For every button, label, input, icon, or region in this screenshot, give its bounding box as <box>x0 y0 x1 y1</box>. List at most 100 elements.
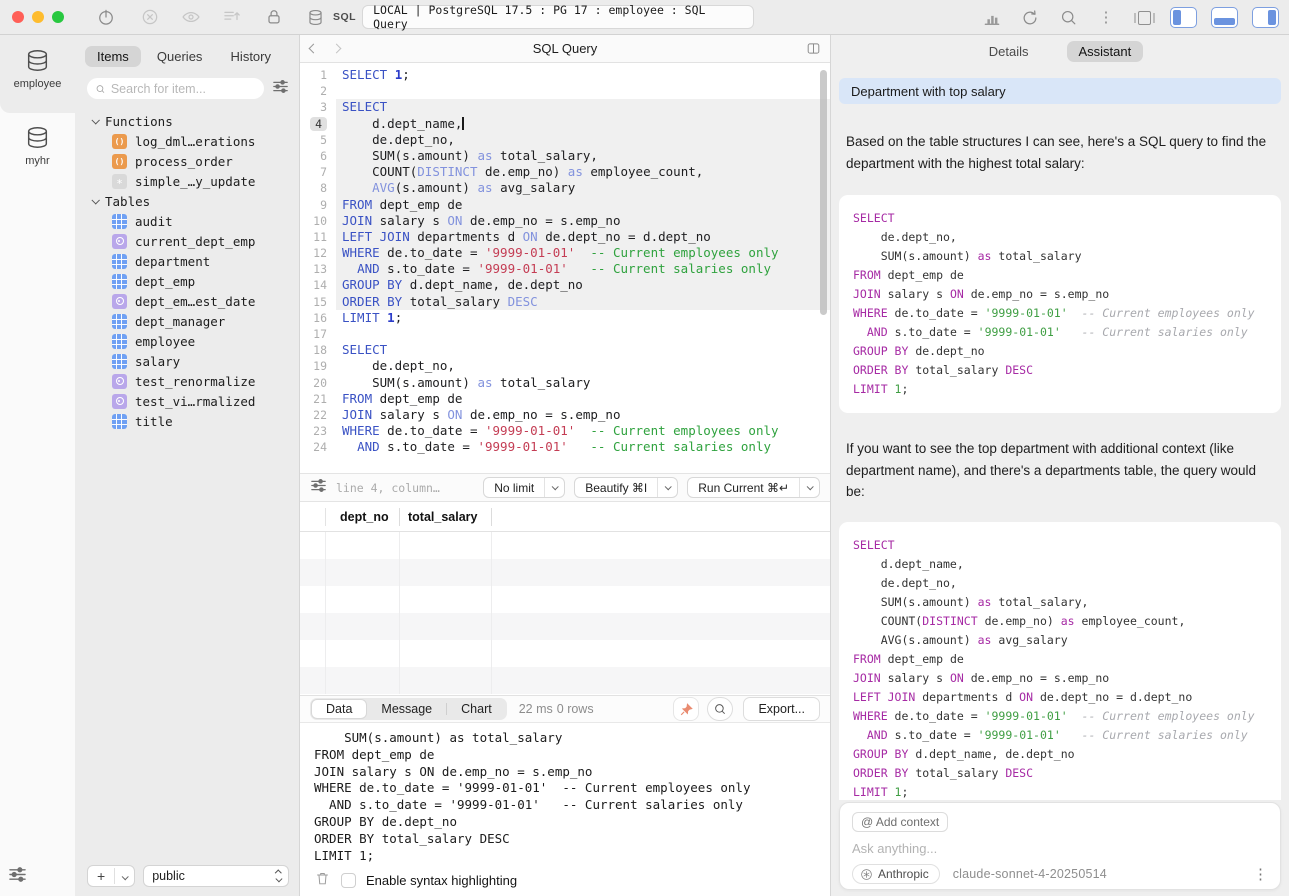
syntax-highlighting-checkbox[interactable] <box>341 873 356 888</box>
connection-item-myhr[interactable]: myhr <box>0 112 75 167</box>
column-header-dept-no[interactable]: dept_no <box>326 508 400 526</box>
editor-line-3[interactable]: 3SELECT <box>300 99 830 115</box>
tree-item-simple_y_update[interactable]: ∗simple_…y_update <box>75 171 299 191</box>
toggle-bottom-panel-button[interactable] <box>1211 7 1238 28</box>
editor-line-2[interactable]: 2 <box>300 83 830 99</box>
message-log[interactable]: SUM(s.amount) as total_salaryFROM dept_e… <box>300 723 830 865</box>
run-current-button[interactable]: Run Current ⌘↵ <box>687 477 820 498</box>
tree-item-salary[interactable]: salary <box>75 351 299 371</box>
table-row[interactable] <box>300 532 830 559</box>
tab-message[interactable]: Message <box>367 700 446 718</box>
tree-item-audit[interactable]: audit <box>75 211 299 231</box>
database-icon[interactable] <box>303 5 327 29</box>
column-header-total-salary[interactable]: total_salary <box>400 508 492 526</box>
editor-line-21[interactable]: 21FROM dept_emp de <box>300 391 830 407</box>
chart-toolbar-icon[interactable] <box>980 6 1004 30</box>
pin-button[interactable] <box>673 697 699 721</box>
editor-line-10[interactable]: 10JOIN salary s ON de.emp_no = s.emp_no <box>300 213 830 229</box>
toggle-left-panel-button[interactable] <box>1170 7 1197 28</box>
status-filter-icon[interactable] <box>310 478 327 498</box>
assistant-input-card[interactable]: @ Add context Anthropic claude-sonnet-4-… <box>839 802 1281 890</box>
more-options-icon[interactable]: ⋮ <box>1094 6 1118 30</box>
assistant-input[interactable] <box>852 841 1143 856</box>
trash-icon[interactable] <box>314 870 331 892</box>
editor-line-7[interactable]: 7 COUNT(DISTINCT de.emp_no) as employee_… <box>300 164 830 180</box>
tree-item-process_order[interactable]: ()process_order <box>75 151 299 171</box>
strip-filter-icon[interactable] <box>8 866 27 888</box>
tree-item-test_virmalized[interactable]: test_vi…rmalized <box>75 391 299 411</box>
assistant-conversation[interactable]: Department with top salary Based on the … <box>831 68 1289 800</box>
editor-line-5[interactable]: 5 de.dept_no, <box>300 132 830 148</box>
editor-line-11[interactable]: 11LEFT JOIN departments d ON de.dept_no … <box>300 229 830 245</box>
sidebar-search-field[interactable] <box>87 78 264 99</box>
tab-assistant[interactable]: Assistant <box>1067 41 1144 62</box>
connection-title-field[interactable]: LOCAL | PostgreSQL 17.5 : PG 17 : employ… <box>362 5 754 29</box>
editor-line-1[interactable]: 1SELECT 1; <box>300 67 830 83</box>
editor-line-20[interactable]: 20 SUM(s.amount) as total_salary <box>300 375 830 391</box>
tab-data[interactable]: Data <box>311 699 367 719</box>
tree-item-title[interactable]: title <box>75 411 299 431</box>
close-window-button[interactable] <box>12 11 24 23</box>
tree-item-dept_emest_date[interactable]: dept_em…est_date <box>75 291 299 311</box>
tree-item-department[interactable]: department <box>75 251 299 271</box>
table-row[interactable] <box>300 559 830 586</box>
zoom-window-button[interactable] <box>52 11 64 23</box>
results-grid[interactable]: dept_no total_salary <box>300 502 830 695</box>
table-row[interactable] <box>300 586 830 613</box>
tab-queries[interactable]: Queries <box>145 46 215 67</box>
tab-details[interactable]: Details <box>977 41 1041 62</box>
editor-scrollbar[interactable] <box>820 70 827 315</box>
editor-line-24[interactable]: 24 AND s.to_date = '9999-01-01' -- Curre… <box>300 439 830 455</box>
conversation-title-banner[interactable]: Department with top salary <box>839 78 1281 104</box>
tree-item-log_dmlerations[interactable]: ()log_dml…erations <box>75 131 299 151</box>
table-row[interactable] <box>300 667 830 694</box>
search-toolbar-icon[interactable] <box>1056 6 1080 30</box>
search-results-button[interactable] <box>707 697 733 721</box>
tab-history[interactable]: History <box>219 46 283 67</box>
schema-select[interactable]: public <box>143 865 289 887</box>
refresh-icon[interactable] <box>1018 6 1042 30</box>
editor-line-15[interactable]: 15ORDER BY total_salary DESC <box>300 294 830 310</box>
editor-line-17[interactable]: 17 <box>300 326 830 342</box>
editor-line-16[interactable]: 16LIMIT 1; <box>300 310 830 326</box>
table-row[interactable] <box>300 613 830 640</box>
editor-line-14[interactable]: 14GROUP BY d.dept_name, de.dept_no <box>300 277 830 293</box>
split-editor-icon[interactable] <box>805 40 822 62</box>
editor-line-18[interactable]: 18SELECT <box>300 342 830 358</box>
beautify-button[interactable]: Beautify ⌘I <box>574 477 678 498</box>
add-item-button[interactable]: + <box>87 865 135 887</box>
add-context-button[interactable]: @ Add context <box>852 812 948 832</box>
editor-line-19[interactable]: 19 de.dept_no, <box>300 358 830 374</box>
editor-tab-title[interactable]: SQL Query <box>300 41 830 56</box>
tree-section-tables[interactable]: Tables <box>75 191 299 211</box>
editor-line-23[interactable]: 23WHERE de.to_date = '9999-01-01' -- Cur… <box>300 423 830 439</box>
tree-section-functions[interactable]: Functions <box>75 111 299 131</box>
tab-items[interactable]: Items <box>85 46 141 67</box>
minimize-window-button[interactable] <box>32 11 44 23</box>
export-button[interactable]: Export... <box>743 697 820 721</box>
connection-status-icon[interactable] <box>94 5 118 29</box>
editor-line-22[interactable]: 22JOIN salary s ON de.emp_no = s.emp_no <box>300 407 830 423</box>
provider-select[interactable]: Anthropic <box>852 864 940 884</box>
editor-line-9[interactable]: 9FROM dept_emp de <box>300 197 830 213</box>
toggle-right-panel-button[interactable] <box>1252 7 1279 28</box>
tree-item-dept_emp[interactable]: dept_emp <box>75 271 299 291</box>
tree-item-dept_manager[interactable]: dept_manager <box>75 311 299 331</box>
sql-editor[interactable]: 1SELECT 1;23SELECT4 d.dept_name,5 de.dep… <box>300 63 830 473</box>
tree-item-test_renormalize[interactable]: test_renormalize <box>75 371 299 391</box>
table-row[interactable] <box>300 640 830 667</box>
tab-chart[interactable]: Chart <box>447 700 506 718</box>
center-layout-icon[interactable] <box>1132 6 1156 30</box>
editor-line-4[interactable]: 4 d.dept_name, <box>300 116 830 132</box>
tree-item-current_dept_emp[interactable]: current_dept_emp <box>75 231 299 251</box>
lock-icon[interactable] <box>262 5 286 29</box>
editor-line-6[interactable]: 6 SUM(s.amount) as total_salary, <box>300 148 830 164</box>
editor-line-12[interactable]: 12WHERE de.to_date = '9999-01-01' -- Cur… <box>300 245 830 261</box>
connection-item-employee[interactable]: employee <box>0 35 75 90</box>
editor-line-8[interactable]: 8 AVG(s.amount) as avg_salary <box>300 180 830 196</box>
sidebar-filter-icon[interactable] <box>272 79 289 99</box>
tree-item-employee[interactable]: employee <box>75 331 299 351</box>
search-input[interactable] <box>111 82 256 96</box>
editor-line-13[interactable]: 13 AND s.to_date = '9999-01-01' -- Curre… <box>300 261 830 277</box>
limit-dropdown[interactable]: No limit <box>483 477 565 498</box>
